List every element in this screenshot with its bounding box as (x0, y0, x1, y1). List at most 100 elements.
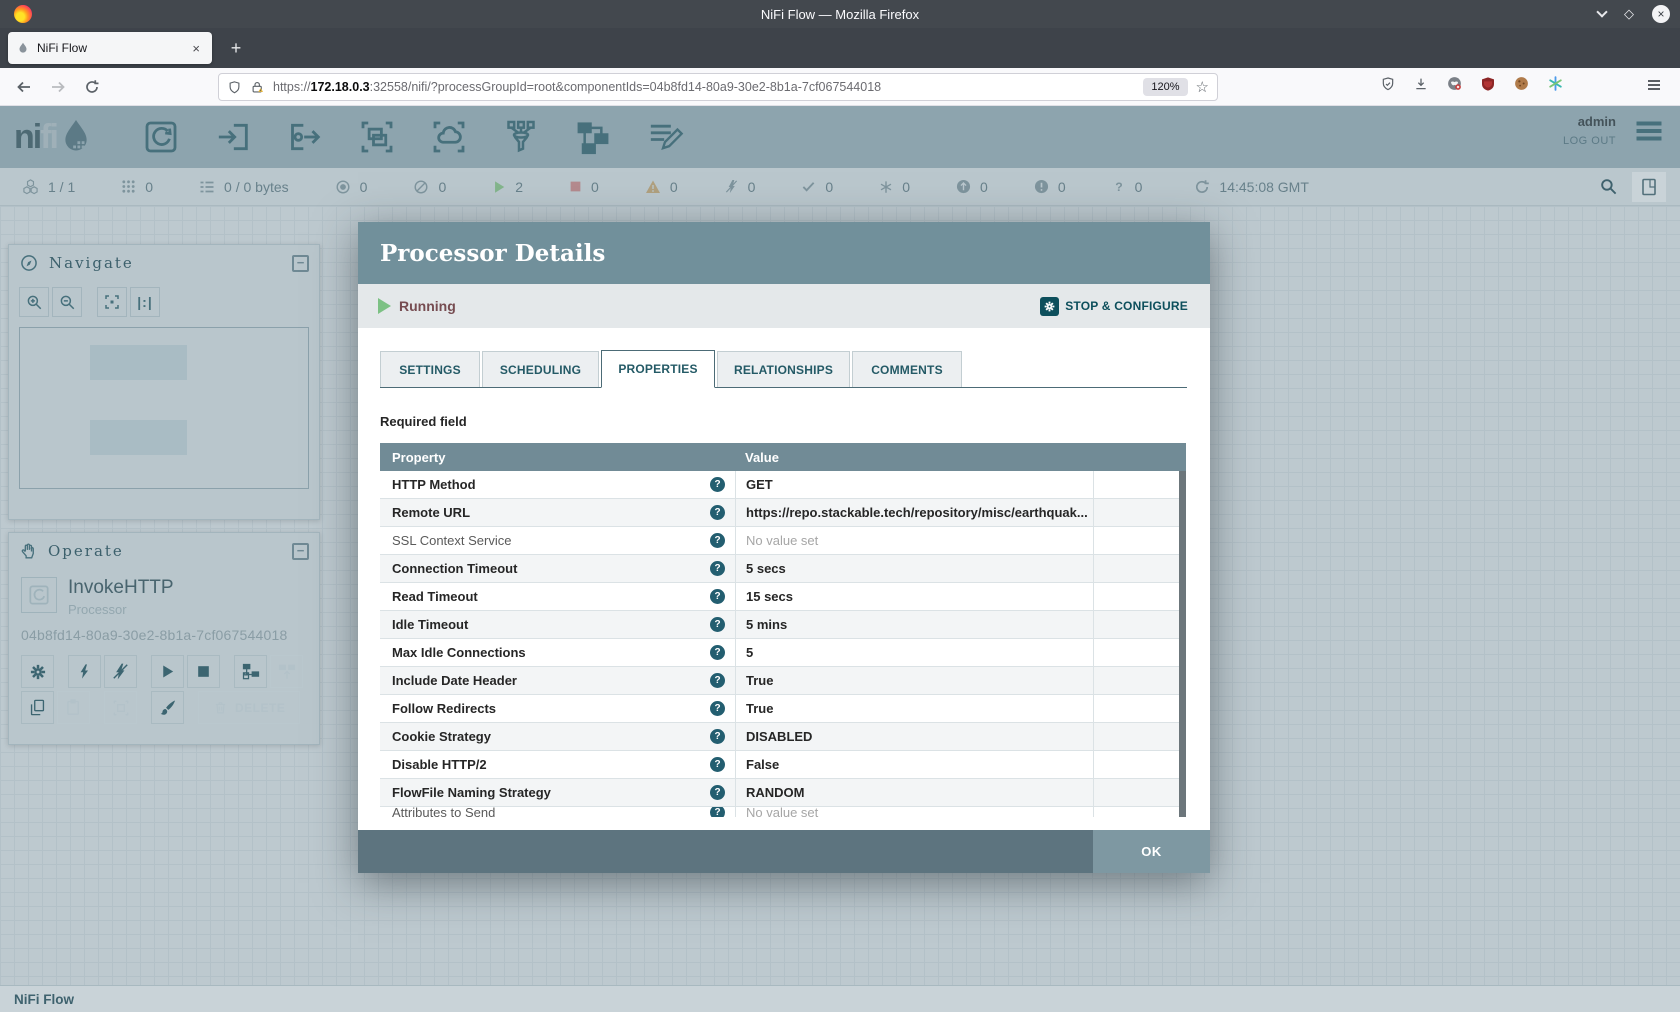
property-name: Remote URL (392, 505, 470, 520)
downloads-icon[interactable] (1413, 76, 1429, 92)
zoom-in-button[interactable] (19, 287, 49, 317)
dialog-tab-relationships[interactable]: RELATIONSHIPS (717, 351, 850, 387)
dialog-tab-properties[interactable]: PROPERTIES (601, 350, 715, 388)
browser-tab[interactable]: NiFi Flow × (8, 32, 212, 64)
bookmark-star-icon[interactable]: ☆ (1196, 78, 1209, 96)
shield-check-icon[interactable] (1380, 76, 1396, 92)
template-component-icon[interactable] (571, 115, 615, 159)
navigate-panel: Navigate − |:| (8, 244, 320, 520)
process-group-component-icon[interactable] (355, 115, 399, 159)
navigate-panel-title: Navigate (49, 254, 292, 272)
help-icon[interactable]: ? (710, 785, 725, 800)
forward-button[interactable] (46, 75, 70, 99)
birdseye-minimap[interactable] (19, 327, 309, 489)
label-component-icon[interactable] (643, 115, 687, 159)
configure-button[interactable] (21, 655, 54, 688)
dialog-title: Processor Details (380, 240, 605, 267)
search-icon[interactable] (1599, 177, 1618, 196)
property-value: True (746, 673, 773, 688)
dialog-tab-comments[interactable]: COMMENTS (852, 351, 962, 387)
current-user: admin (1563, 114, 1616, 129)
enable-button[interactable] (68, 655, 101, 688)
zoom-actual-button[interactable]: |:| (130, 287, 160, 317)
birdseye-toggle-button[interactable] (1632, 172, 1666, 202)
window-title: NiFi Flow — Mozilla Firefox (0, 7, 1680, 22)
property-value: 15 secs (746, 589, 793, 604)
global-menu-icon[interactable] (1634, 118, 1664, 144)
reload-button[interactable] (80, 75, 104, 99)
copy-button[interactable] (21, 691, 54, 724)
operate-collapse-button[interactable]: − (292, 543, 309, 560)
funnel-component-icon[interactable] (499, 115, 543, 159)
status-threads-count: 0 (145, 179, 153, 195)
cluster-icon (22, 178, 39, 195)
tab-close-icon[interactable]: × (188, 39, 204, 58)
extension-mask-icon[interactable] (1446, 75, 1463, 92)
stop-and-configure-button[interactable]: STOP & CONFIGURE (1040, 297, 1188, 316)
help-icon[interactable]: ? (710, 533, 725, 548)
new-tab-button[interactable]: + (222, 34, 250, 62)
status-sync-failure-count: 0 (1135, 179, 1143, 195)
output-port-component-icon[interactable] (283, 115, 327, 159)
locally-modified-stale-icon (1034, 179, 1049, 194)
help-icon[interactable]: ? (710, 617, 725, 632)
permissions-shield-icon[interactable] (227, 80, 242, 95)
window-maximize-icon[interactable]: ◇ (1624, 6, 1634, 22)
delete-button[interactable]: DELETE (198, 691, 300, 724)
help-icon[interactable]: ? (710, 757, 725, 772)
table-scrollbar (1179, 471, 1186, 817)
help-icon[interactable]: ? (710, 477, 725, 492)
start-button[interactable] (151, 655, 184, 688)
property-row-spacer (1093, 583, 1179, 611)
color-button[interactable] (151, 691, 184, 724)
lock-warning-icon[interactable] (250, 80, 265, 95)
dialog-tab-settings[interactable]: SETTINGS (380, 351, 480, 387)
property-name: Cookie Strategy (392, 729, 491, 744)
help-icon[interactable]: ? (710, 729, 725, 744)
help-icon[interactable]: ? (710, 505, 725, 520)
back-button[interactable] (12, 75, 36, 99)
invalid-icon (645, 179, 661, 195)
help-icon[interactable]: ? (710, 645, 725, 660)
navigate-collapse-button[interactable]: − (292, 255, 309, 272)
processor-component-icon[interactable] (139, 115, 183, 159)
refresh-icon[interactable] (1194, 179, 1210, 195)
extension-cookie-icon[interactable] (1513, 75, 1530, 92)
zoom-level-badge[interactable]: 120% (1143, 78, 1187, 96)
status-invalid-count: 0 (670, 179, 678, 195)
help-icon[interactable]: ? (710, 701, 725, 716)
paste-button[interactable] (57, 691, 90, 724)
help-icon[interactable]: ? (710, 807, 725, 817)
zoom-out-button[interactable] (52, 287, 82, 317)
remote-process-group-component-icon[interactable] (427, 115, 471, 159)
help-icon[interactable]: ? (710, 589, 725, 604)
breadcrumb[interactable]: NiFi Flow (14, 992, 74, 1007)
table-scrollbar-thumb[interactable] (1179, 471, 1186, 817)
nifi-favicon (16, 41, 30, 55)
logout-link[interactable]: LOG OUT (1563, 135, 1616, 147)
help-icon[interactable]: ? (710, 673, 725, 688)
stop-button[interactable] (187, 655, 220, 688)
property-row: Include Date Header?True (380, 667, 1186, 695)
locally-modified-icon (879, 180, 893, 194)
browser-navbar: https://172.18.0.3:32558/nifi/?processGr… (0, 68, 1680, 106)
processor-details-dialog: Processor Details Running STOP & CONFIGU… (358, 222, 1210, 873)
extension-pinwheel-icon[interactable] (1547, 75, 1564, 92)
last-refresh-time: 14:45:08 GMT (1219, 179, 1309, 195)
window-minimize-icon[interactable] (1596, 6, 1607, 17)
menu-icon[interactable] (1646, 77, 1662, 93)
help-icon[interactable]: ? (710, 561, 725, 576)
extension-ublock-icon[interactable] (1480, 76, 1496, 92)
property-value: RANDOM (746, 785, 805, 800)
dialog-tab-scheduling[interactable]: SCHEDULING (482, 351, 599, 387)
ok-button[interactable]: OK (1093, 830, 1210, 873)
url-bar[interactable]: https://172.18.0.3:32558/nifi/?processGr… (218, 73, 1218, 101)
group-button[interactable] (104, 691, 137, 724)
zoom-fit-button[interactable] (97, 287, 127, 317)
revert-flow-version-button[interactable] (270, 655, 303, 688)
disable-button[interactable] (104, 655, 137, 688)
property-row: Cookie Strategy?DISABLED (380, 723, 1186, 751)
window-close-icon[interactable]: × (1652, 5, 1670, 23)
save-flow-version-button[interactable] (234, 655, 267, 688)
input-port-component-icon[interactable] (211, 115, 255, 159)
